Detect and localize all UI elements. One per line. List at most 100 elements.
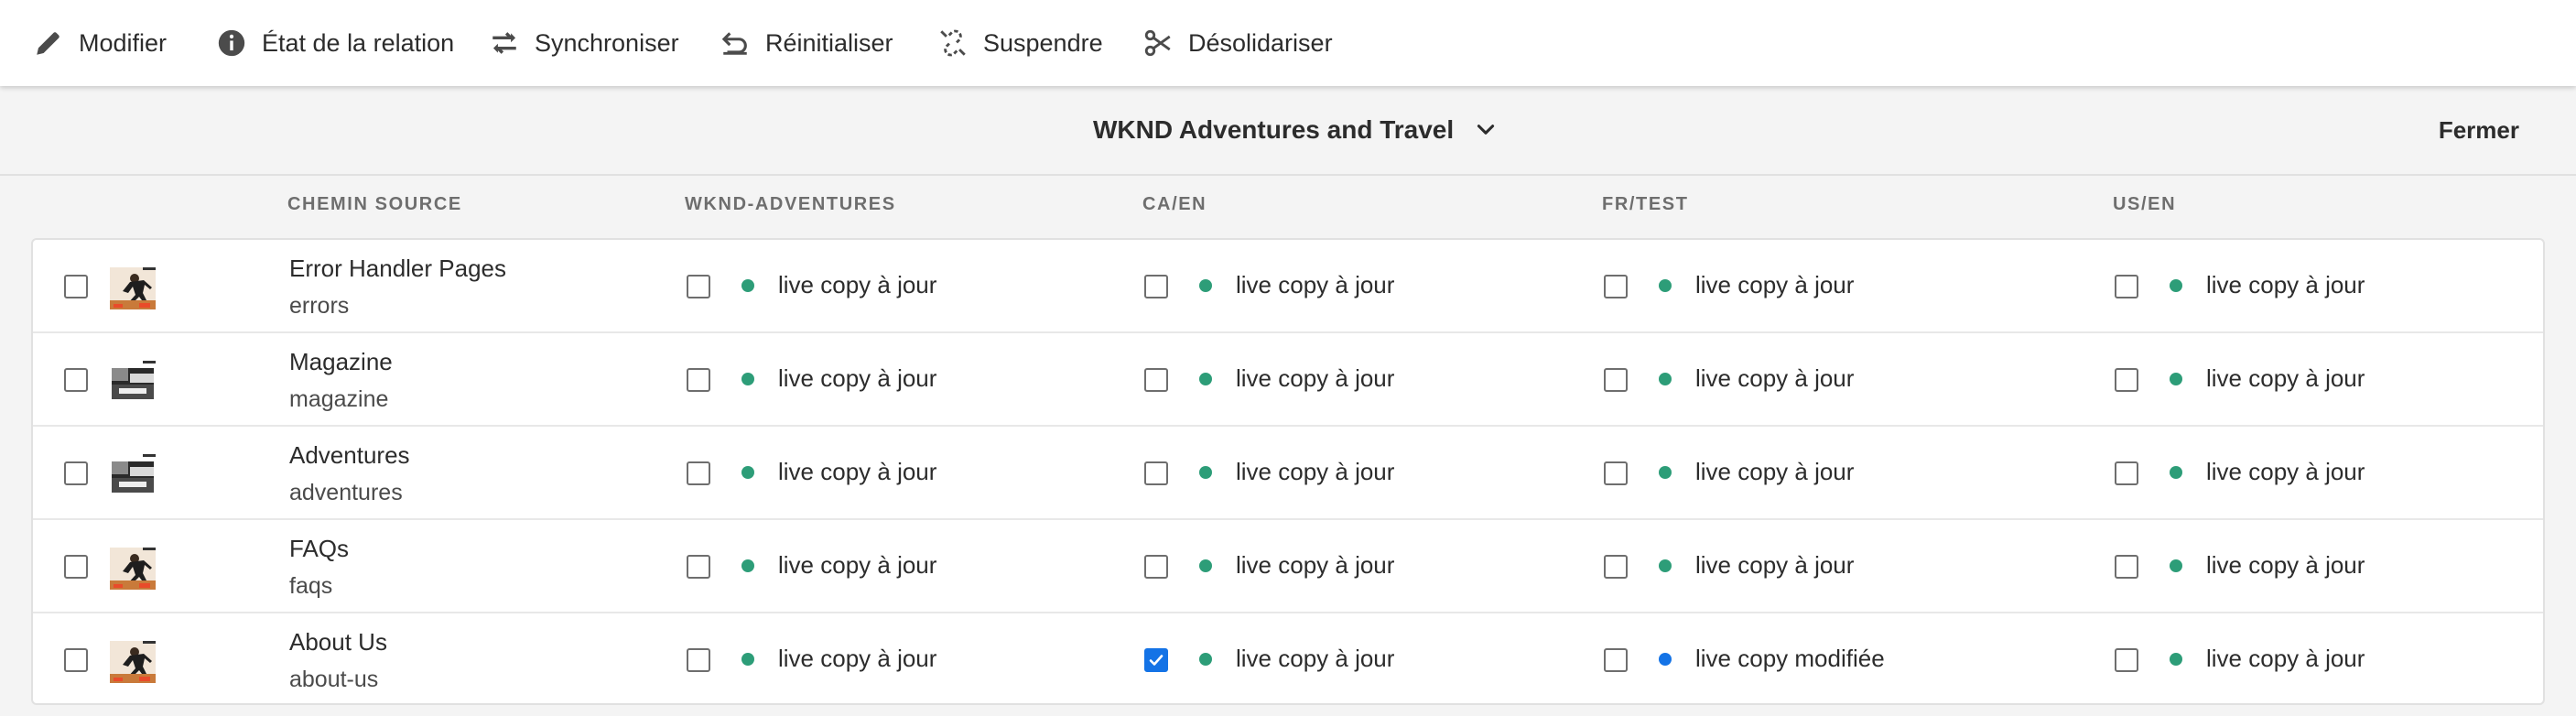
chevron-down-icon: [1474, 118, 1498, 142]
adventure-thumbnail: [110, 267, 156, 309]
status-dot-up-to-date: [1659, 465, 1672, 479]
row-select-checkbox[interactable]: [64, 368, 88, 392]
status-dot-up-to-date: [741, 465, 754, 479]
status-label: live copy à jour: [1695, 271, 1855, 298]
modifier-button[interactable]: Modifier: [33, 0, 181, 86]
live-copy-status: live copy à jour: [741, 645, 936, 673]
relation-selector[interactable]: WKND Adventures and Travel: [1093, 86, 1498, 174]
live-copy-checkbox[interactable]: [687, 275, 710, 298]
live-copy-checkbox[interactable]: [2115, 555, 2138, 579]
status-label: live copy à jour: [1236, 645, 1395, 672]
synchroniser-label: Synchroniser: [535, 28, 679, 57]
status-label: live copy à jour: [2206, 364, 2365, 392]
live-copy-checkbox[interactable]: [1604, 461, 1628, 485]
live-copy-checkbox[interactable]: [2115, 648, 2138, 672]
status-label: live copy à jour: [1695, 458, 1855, 485]
column-header-source[interactable]: CHEMIN SOURCE: [287, 194, 462, 215]
status-dot-up-to-date: [1199, 372, 1212, 385]
live-copy-status: live copy à jour: [2170, 645, 2365, 673]
table-row[interactable]: Magazine magazine live copy à jour live cop…: [33, 333, 2543, 427]
broken-link-icon: [937, 27, 969, 59]
status-dot-up-to-date: [741, 559, 754, 572]
live-copy-checkbox[interactable]: [687, 368, 710, 392]
reinitialiser-button[interactable]: Réinitialiser: [720, 0, 908, 86]
status-dot-modified: [1659, 652, 1672, 666]
live-copy-status: live copy à jour: [741, 551, 936, 580]
live-copy-status: live copy à jour: [1199, 271, 1394, 299]
sync-arrows-icon: [489, 27, 520, 59]
table-row[interactable]: Error Handler Pages errors live copy à jou…: [33, 240, 2543, 333]
column-header-wknd-adventures[interactable]: WKND-ADVENTURES: [685, 194, 896, 215]
undo-icon: [720, 27, 751, 59]
live-copy-checkbox[interactable]: [1144, 461, 1168, 485]
live-copy-checkbox[interactable]: [1144, 275, 1168, 298]
table-row[interactable]: FAQs faqs live copy à jour live copy à jour…: [33, 520, 2543, 613]
live-copy-status: live copy à jour: [1659, 271, 1854, 299]
status-dot-up-to-date: [1199, 559, 1212, 572]
status-label: live copy à jour: [778, 364, 937, 392]
live-copy-checkbox[interactable]: [687, 461, 710, 485]
page-title: FAQs: [289, 535, 350, 562]
status-dot-up-to-date: [741, 372, 754, 385]
live-copy-checkbox[interactable]: [1604, 648, 1628, 672]
status-label: live copy à jour: [1695, 551, 1855, 579]
row-select-checkbox[interactable]: [64, 648, 88, 672]
suspendre-label: Suspendre: [983, 28, 1103, 57]
live-copy-status: live copy à jour: [741, 458, 936, 486]
live-copy-table: Error Handler Pages errors live copy à jou…: [31, 238, 2545, 705]
modifier-label: Modifier: [79, 28, 168, 57]
row-select-checkbox[interactable]: [64, 461, 88, 485]
live-copy-checkbox[interactable]: [2115, 461, 2138, 485]
live-copy-status: live copy à jour: [2170, 551, 2365, 580]
live-copy-checkbox[interactable]: [1144, 555, 1168, 579]
live-copy-checkbox[interactable]: [2115, 275, 2138, 298]
close-button[interactable]: Fermer: [2439, 86, 2519, 174]
live-copy-status: live copy à jour: [1199, 364, 1394, 393]
relation-status-button[interactable]: État de la relation: [216, 0, 469, 86]
column-header-us-en[interactable]: US/EN: [2113, 194, 2176, 215]
live-copy-status: live copy à jour: [1659, 551, 1854, 580]
status-dot-up-to-date: [2170, 559, 2182, 572]
live-copy-checkbox[interactable]: [1144, 648, 1168, 672]
live-copy-checkbox[interactable]: [1604, 555, 1628, 579]
status-label: live copy à jour: [778, 271, 937, 298]
magazine-thumbnail: [110, 361, 156, 403]
page-name: faqs: [289, 573, 333, 599]
status-dot-up-to-date: [1199, 278, 1212, 292]
status-label: live copy à jour: [1236, 458, 1395, 485]
live-copy-checkbox[interactable]: [1144, 368, 1168, 392]
live-copy-checkbox[interactable]: [687, 648, 710, 672]
column-header-ca-en[interactable]: CA/EN: [1142, 194, 1207, 215]
live-copy-status: live copy à jour: [2170, 364, 2365, 393]
live-copy-status: live copy à jour: [1659, 364, 1854, 393]
live-copy-status: live copy à jour: [1199, 645, 1394, 673]
column-header-fr-test[interactable]: FR/TEST: [1602, 194, 1689, 215]
table-row[interactable]: About Us about-us live copy à jour live cop…: [33, 613, 2543, 707]
synchroniser-button[interactable]: Synchroniser: [489, 0, 694, 86]
relation-title: WKND Adventures and Travel: [1093, 115, 1455, 144]
status-dot-up-to-date: [2170, 652, 2182, 666]
page-title: Magazine: [289, 348, 393, 375]
suspendre-button[interactable]: Suspendre: [937, 0, 1118, 86]
status-label: live copy à jour: [2206, 645, 2365, 672]
page-name: errors: [289, 293, 350, 319]
adventure-thumbnail: [110, 641, 156, 683]
scissors-icon: [1142, 27, 1174, 59]
page-name: magazine: [289, 386, 389, 412]
live-copy-checkbox[interactable]: [1604, 368, 1628, 392]
live-copy-status: live copy à jour: [741, 364, 936, 393]
status-label: live copy à jour: [778, 458, 937, 485]
live-copy-checkbox[interactable]: [687, 555, 710, 579]
status-dot-up-to-date: [2170, 278, 2182, 292]
page-title: Error Handler Pages: [289, 255, 506, 282]
row-select-checkbox[interactable]: [64, 275, 88, 298]
live-copy-checkbox[interactable]: [2115, 368, 2138, 392]
row-select-checkbox[interactable]: [64, 555, 88, 579]
table-row[interactable]: Adventures adventures live copy à jour live…: [33, 427, 2543, 520]
live-copy-status: live copy à jour: [1659, 458, 1854, 486]
status-label: live copy modifiée: [1695, 645, 1885, 672]
desolidariser-button[interactable]: Désolidariser: [1142, 0, 1348, 86]
status-label: live copy à jour: [1236, 551, 1395, 579]
live-copy-checkbox[interactable]: [1604, 275, 1628, 298]
action-toolbar: Modifier État de la relation Synchronise…: [0, 0, 2576, 86]
